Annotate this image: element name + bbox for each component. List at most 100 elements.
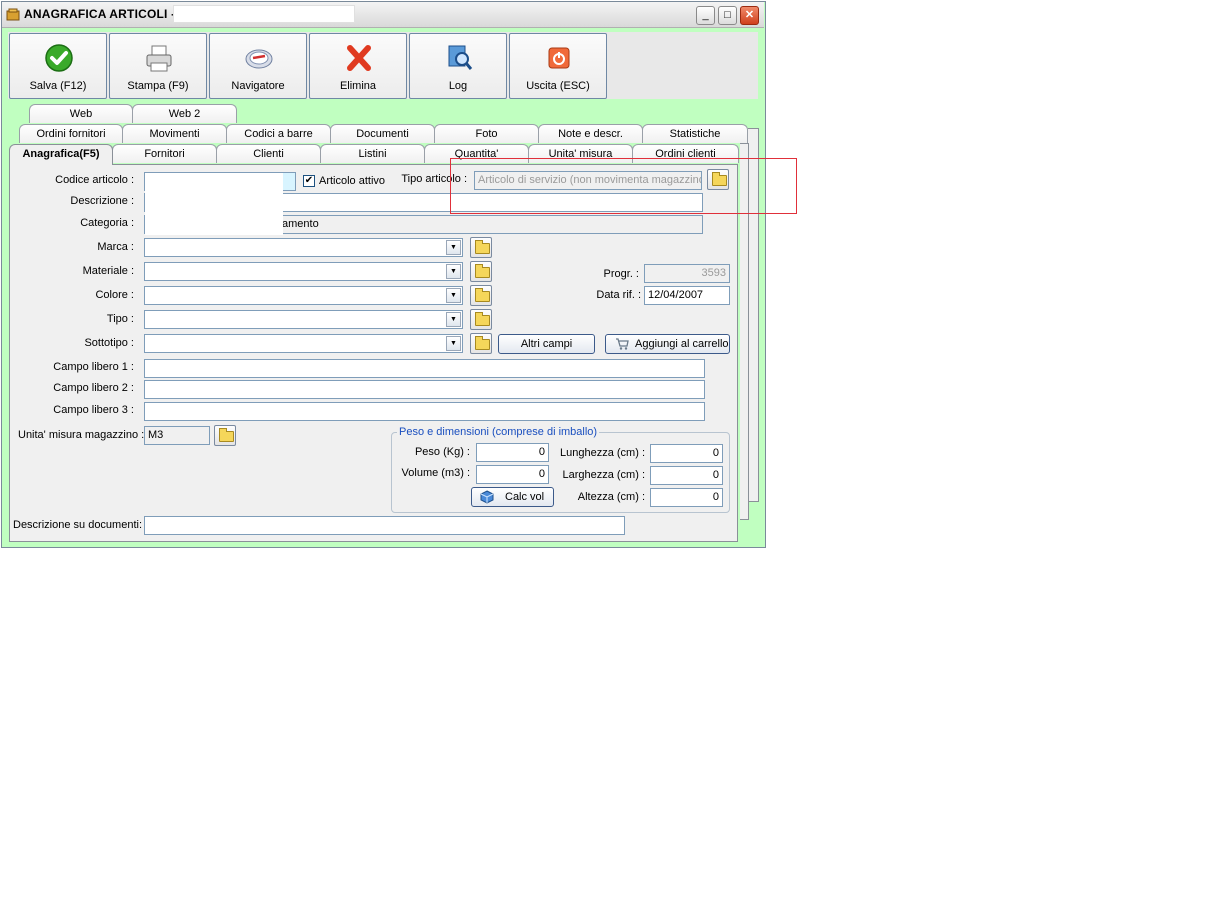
peso-field[interactable]: 0	[476, 443, 549, 462]
sottotipo-folder-button[interactable]	[470, 333, 492, 354]
unita-misura-label: Unita' misura magazzino :	[18, 429, 145, 441]
tab-movimenti[interactable]: Movimenti	[122, 124, 227, 143]
altezza-label: Altezza (cm) :	[577, 491, 645, 503]
exit-button-label: Uscita (ESC)	[526, 80, 590, 92]
minimize-button[interactable]: _	[696, 6, 715, 25]
check-icon	[45, 44, 73, 72]
tab-documenti[interactable]: Documenti	[330, 124, 435, 143]
chevron-down-icon[interactable]: ▼	[446, 312, 461, 327]
tab-web-2[interactable]: Web 2	[132, 104, 237, 123]
log-search-icon	[448, 45, 473, 70]
tab-anagrafica[interactable]: Anagrafica(F5)	[9, 144, 113, 165]
log-button[interactable]: Log	[409, 33, 507, 99]
chevron-down-icon[interactable]: ▼	[446, 264, 461, 279]
save-button-label: Salva (F12)	[29, 80, 87, 92]
lunghezza-field[interactable]: 0	[650, 444, 723, 463]
campo-libero-2-field[interactable]	[144, 380, 705, 399]
sottotipo-label: Sottotipo :	[84, 337, 134, 349]
materiale-folder-button[interactable]	[470, 261, 492, 282]
tab-ordini-fornitori[interactable]: Ordini fornitori	[19, 124, 123, 143]
tab-fornitori[interactable]: Fornitori	[112, 144, 217, 163]
articolo-attivo-label: Articolo attivo	[319, 175, 386, 187]
marca-combo[interactable]: ▼	[144, 238, 463, 257]
tab-clienti[interactable]: Clienti	[216, 144, 321, 163]
codice-articolo-label: Codice articolo :	[55, 174, 134, 186]
progr-label: Progr. :	[603, 268, 639, 280]
redacted-area	[145, 173, 283, 235]
tipo-folder-button[interactable]	[470, 309, 492, 330]
navigator-button-label: Navigatore	[231, 80, 285, 92]
delete-button[interactable]: Elimina	[309, 33, 407, 99]
maximize-button[interactable]: □	[718, 6, 737, 25]
progr-field: 3593	[644, 264, 730, 283]
peso-label: Peso (Kg) :	[414, 446, 470, 458]
descrizione-label: Descrizione :	[70, 195, 134, 207]
calc-vol-label: Calc vol	[505, 491, 545, 503]
tab-web[interactable]: Web	[29, 104, 133, 123]
log-button-label: Log	[448, 80, 468, 92]
window-title: ANAGRAFICA ARTICOLI -	[24, 7, 176, 21]
close-button[interactable]: ✕	[740, 6, 759, 25]
tab-foto[interactable]: Foto	[434, 124, 539, 143]
materiale-combo[interactable]: ▼	[144, 262, 463, 281]
data-rif-field[interactable]: 12/04/2007	[644, 286, 730, 305]
aggiungi-carrello-button[interactable]: Aggiungi al carrello	[605, 334, 730, 354]
print-button-label: Stampa (F9)	[127, 80, 189, 92]
folder-icon	[475, 288, 490, 302]
unita-misura-folder-button[interactable]	[214, 425, 236, 446]
colore-folder-button[interactable]	[470, 285, 492, 306]
peso-dimensioni-title: Peso e dimensioni (comprese di imballo)	[397, 426, 600, 438]
power-icon	[548, 47, 570, 69]
save-button[interactable]: Salva (F12)	[9, 33, 107, 99]
highlight-box	[450, 158, 797, 214]
altri-campi-button[interactable]: Altri campi	[498, 334, 595, 354]
folder-icon	[475, 264, 490, 278]
chevron-down-icon[interactable]: ▼	[446, 288, 461, 303]
tipo-combo[interactable]: ▼	[144, 310, 463, 329]
tab-statistiche[interactable]: Statistiche	[642, 124, 748, 143]
marca-label: Marca :	[97, 241, 134, 253]
chevron-down-icon[interactable]: ▼	[446, 240, 461, 255]
descrizione-documenti-field[interactable]	[144, 516, 625, 535]
campo-libero-3-field[interactable]	[144, 402, 705, 421]
exit-button[interactable]: Uscita (ESC)	[509, 33, 607, 99]
calc-vol-button[interactable]: Calc vol	[471, 487, 554, 507]
materiale-label: Materiale :	[82, 265, 134, 277]
compass-icon	[245, 49, 273, 69]
folder-icon	[475, 312, 490, 326]
tab-note-e-descr[interactable]: Note e descr.	[538, 124, 643, 143]
unita-misura-field: M3	[144, 426, 210, 445]
campo-libero-1-label: Campo libero 1 :	[53, 361, 134, 373]
navigator-button[interactable]: Navigatore	[209, 33, 307, 99]
descrizione-documenti-label: Descrizione su documenti:	[13, 519, 143, 531]
window-title-field	[173, 5, 355, 23]
aggiungi-carrello-label: Aggiungi al carrello	[635, 338, 729, 350]
campo-libero-1-field[interactable]	[144, 359, 705, 378]
folder-icon	[475, 336, 490, 350]
volume-field[interactable]: 0	[476, 465, 549, 484]
campo-libero-3-label: Campo libero 3 :	[53, 404, 134, 416]
printer-icon	[146, 45, 172, 72]
categoria-value: amento	[282, 218, 319, 230]
app-icon	[6, 8, 20, 21]
volume-label: Volume (m3) :	[401, 467, 470, 479]
categoria-label: Categoria :	[80, 217, 134, 229]
altezza-field[interactable]: 0	[650, 488, 723, 507]
articolo-attivo-checkbox[interactable]: ✔	[303, 175, 315, 187]
cube-icon	[480, 490, 494, 504]
sottotipo-combo[interactable]: ▼	[144, 334, 463, 353]
folder-icon	[475, 240, 490, 254]
marca-folder-button[interactable]	[470, 237, 492, 258]
colore-combo[interactable]: ▼	[144, 286, 463, 305]
delete-x-icon	[347, 45, 371, 71]
folder-icon	[219, 428, 234, 442]
larghezza-label: Larghezza (cm) :	[562, 469, 645, 481]
larghezza-field[interactable]: 0	[650, 466, 723, 485]
print-button[interactable]: Stampa (F9)	[109, 33, 207, 99]
data-rif-label: Data rif. :	[596, 289, 641, 301]
lunghezza-label: Lunghezza (cm) :	[560, 447, 645, 459]
chevron-down-icon[interactable]: ▼	[446, 336, 461, 351]
tab-listini[interactable]: Listini	[320, 144, 425, 163]
tab-codici-a-barre[interactable]: Codici a barre	[226, 124, 331, 143]
cart-icon	[616, 338, 629, 350]
